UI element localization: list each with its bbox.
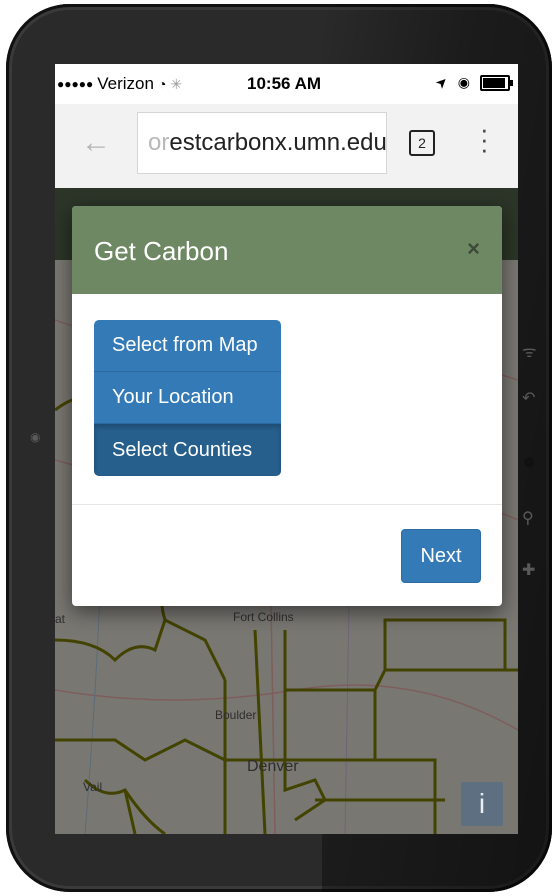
your-location-button[interactable]: Your Location — [94, 372, 281, 424]
get-carbon-modal: Get Carbon × Select from Map Your Locati… — [72, 206, 502, 606]
status-bar: ●●●●● Verizon ◔ ✳ 10:56 AM ➤ ◉ — [55, 64, 518, 104]
select-from-map-button[interactable]: Select from Map — [94, 320, 281, 372]
browser-menu-icon[interactable]: · · · — [480, 116, 489, 162]
battery-icon — [480, 74, 513, 91]
back-side-icon: ↶ — [522, 390, 536, 407]
select-counties-button[interactable]: Select Counties — [94, 424, 281, 476]
tab-switcher-button[interactable]: 2 — [409, 130, 435, 156]
search-side-icon: ⚲ — [522, 510, 534, 527]
modal-footer-divider — [72, 504, 502, 505]
phone-screen: ●●●●● Verizon ◔ ✳ 10:56 AM ➤ ◉ ← or estca… — [55, 64, 518, 834]
browser-toolbar: ← or estcarbonx.umn.edu 2 · · · — [55, 104, 518, 188]
modal-title: Get Carbon — [94, 236, 229, 266]
url-field[interactable]: or estcarbonx.umn.edu — [137, 112, 387, 174]
wifi-icon: ◔ — [157, 76, 167, 92]
modal-header: Get Carbon × — [72, 206, 502, 294]
url-fade-text: or — [148, 129, 170, 156]
carrier-name: Verizon — [97, 74, 154, 93]
home-button-icon: ● — [522, 448, 537, 475]
url-text: estcarbonx.umn.edu — [169, 129, 387, 156]
activity-icon: ✳ — [170, 75, 183, 92]
wifi-side-icon: ᯤ — [522, 344, 537, 361]
alarm-icon: ◉ — [457, 74, 470, 90]
info-button[interactable]: i — [461, 782, 503, 826]
carbon-option-group: Select from Map Your Location Select Cou… — [94, 320, 281, 476]
camera-icon: ◉ — [30, 430, 41, 444]
location-icon: ➤ — [431, 72, 452, 92]
signal-strength-icon: ●●●●● — [57, 77, 94, 91]
next-button[interactable]: Next — [401, 529, 481, 583]
close-icon[interactable]: × — [467, 236, 480, 262]
back-arrow-icon[interactable]: ← — [81, 126, 111, 160]
status-time: 10:56 AM — [247, 74, 322, 93]
puzzle-side-icon: ✚ — [522, 562, 536, 579]
